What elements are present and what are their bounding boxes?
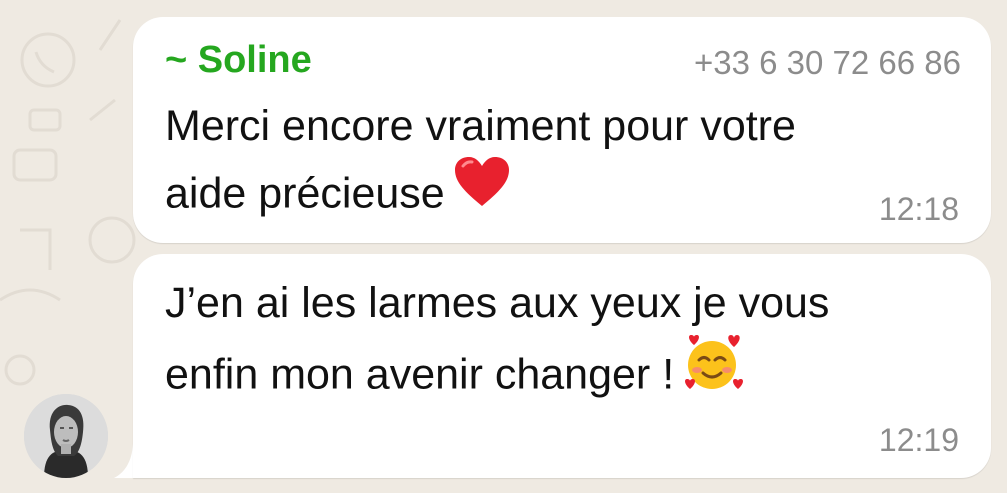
- sender-name[interactable]: ~ Soline: [165, 39, 312, 82]
- message-line: aide précieuse: [165, 169, 445, 218]
- sender-phone[interactable]: +33 6 30 72 66 86: [694, 44, 961, 82]
- message-text: Merci encore vraiment pour votre aide pr…: [165, 93, 796, 232]
- message-line-with-emoji: enfin mon avenir changer !: [165, 335, 829, 417]
- red-heart-icon: [453, 156, 511, 228]
- smiling-face-with-hearts-icon: [682, 333, 746, 413]
- message-line-with-emoji: aide précieuse: [165, 157, 796, 232]
- sender-avatar[interactable]: [24, 394, 108, 478]
- message-bubble[interactable]: J’en ai les larmes aux yeux je vous enfi…: [133, 254, 991, 478]
- message-text: J’en ai les larmes aux yeux je vous enfi…: [165, 270, 829, 417]
- message-line: J’en ai les larmes aux yeux je vous: [165, 279, 830, 327]
- message-header: ~ Soline +33 6 30 72 66 86: [165, 39, 961, 85]
- message-bubble[interactable]: ~ Soline +33 6 30 72 66 86 Merci encore …: [133, 17, 991, 243]
- message-time: 12:19: [878, 422, 959, 458]
- message-line: enfin mon avenir changer !: [165, 350, 675, 399]
- message-line: Merci encore vraiment pour votre: [165, 102, 796, 150]
- message-time: 12:18: [878, 191, 959, 227]
